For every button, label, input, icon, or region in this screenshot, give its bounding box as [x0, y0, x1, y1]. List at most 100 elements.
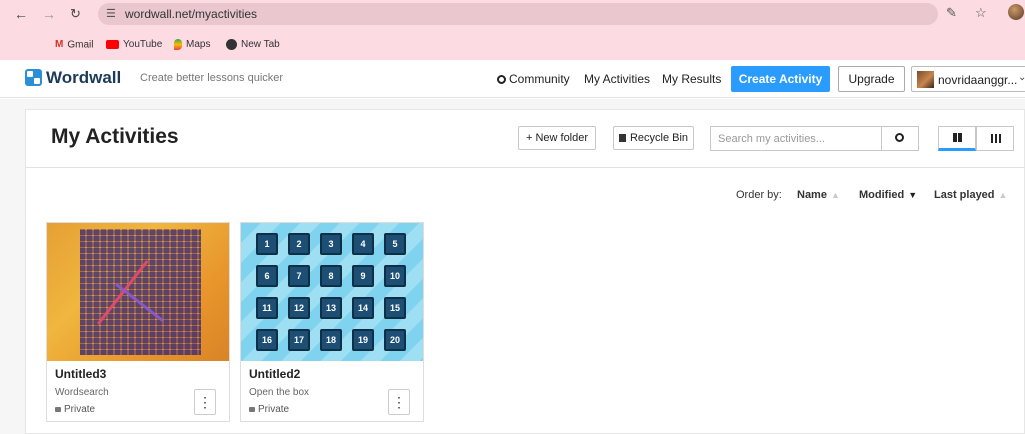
more-options-button[interactable]: ⋮ [194, 389, 216, 415]
order-last-played-label: Last played [934, 189, 995, 201]
bookmark-star-icon[interactable]: ☆ [975, 5, 987, 21]
sort-desc-icon: ▼ [908, 190, 918, 200]
bookmark-label: Maps [186, 39, 211, 51]
lock-icon [55, 407, 61, 412]
username: novridaanggr... [938, 73, 1018, 87]
activity-type: Open the box [249, 387, 310, 398]
box-tile: 15 [384, 297, 406, 319]
nav-community-label: Community [509, 72, 570, 86]
box-tile: 1 [256, 233, 278, 255]
tagline: Create better lessons quicker [140, 72, 284, 84]
box-tile: 3 [320, 233, 342, 255]
box-tiles: 1 2 3 4 5 6 7 8 9 10 11 12 13 14 15 16 17 18 19 20 [256, 233, 410, 353]
youtube-icon [106, 39, 119, 49]
forward-icon[interactable]: → [42, 6, 56, 22]
search-button[interactable] [882, 126, 919, 151]
search-input[interactable] [711, 127, 881, 150]
box-tile: 20 [384, 329, 406, 351]
box-tile: 19 [352, 329, 374, 351]
activity-card[interactable]: Untitled3 Wordsearch Private ⋮ [46, 222, 230, 422]
order-name[interactable]: Name ▲ [797, 188, 840, 202]
wordsearch-grid [80, 229, 201, 355]
browser-chrome: ← → ↻ ☰ wordwall.net/myactivities ✎ ☆ MG… [0, 0, 1025, 82]
browser-toolbar: ← → ↻ ☰ wordwall.net/myactivities ✎ ☆ [0, 0, 1025, 31]
page-title: My Activities [51, 125, 179, 148]
nav-community[interactable]: Community [497, 72, 570, 86]
activity-title[interactable]: Untitled3 [55, 367, 106, 381]
bookmark-label: Gmail [67, 39, 94, 51]
box-tile: 6 [256, 265, 278, 287]
bookmark-maps[interactable]: Maps [174, 39, 210, 51]
address-bar[interactable]: ☰ wordwall.net/myactivities [98, 3, 938, 25]
box-tile: 5 [384, 233, 406, 255]
privacy-status: Private [249, 404, 289, 416]
wordsearch-thumbnail[interactable] [47, 223, 229, 361]
kebab-icon: ⋮ [198, 394, 212, 410]
privacy-label: Private [64, 404, 96, 415]
activity-type: Wordsearch [55, 387, 109, 398]
activity-card[interactable]: 1 2 3 4 5 6 7 8 9 10 11 12 13 14 15 16 17 18 19 20 Untitled… [240, 222, 424, 422]
box-tile: 4 [352, 233, 374, 255]
wordwall-page: Wordwall Create better lessons quicker C… [0, 60, 1025, 434]
search-icon [497, 75, 506, 84]
kebab-icon: ⋮ [392, 394, 406, 410]
box-tile: 18 [320, 329, 342, 351]
privacy-status: Private [55, 404, 95, 416]
panel-header: My Activities + New folder Recycle Bin [26, 110, 1025, 168]
logo-mark-icon [25, 69, 42, 86]
order-last-played[interactable]: Last played ▲ [934, 188, 1007, 202]
bookmark-label: New Tab [241, 39, 280, 51]
order-name-label: Name [797, 189, 827, 201]
box-tile: 12 [288, 297, 310, 319]
new-folder-button[interactable]: + New folder [518, 126, 596, 150]
recycle-bin-button[interactable]: Recycle Bin [613, 126, 694, 150]
order-modified[interactable]: Modified ▼ [859, 188, 917, 202]
bookmark-youtube[interactable]: YouTube [106, 39, 162, 51]
small-grid-icon [991, 134, 1001, 143]
large-grid-icon [953, 133, 962, 142]
back-icon[interactable]: ← [14, 6, 28, 22]
user-avatar [917, 71, 934, 88]
box-tile: 2 [288, 233, 310, 255]
profile-avatar[interactable] [1008, 4, 1024, 20]
logo-text: Wordwall [46, 68, 122, 87]
search-icon [895, 133, 904, 142]
lock-icon [249, 407, 255, 412]
trash-icon [618, 134, 626, 142]
bookmarks-bar: M Gmail YouTube Maps New Tab [0, 31, 1025, 82]
privacy-label: Private [258, 404, 290, 415]
box-tile: 10 [384, 265, 406, 287]
order-modified-label: Modified [859, 189, 905, 201]
user-menu-button[interactable]: novridaanggr... ⌄ [911, 66, 1025, 92]
bookmark-gmail[interactable]: M Gmail [55, 39, 93, 52]
box-tile: 16 [256, 329, 278, 351]
translate-icon[interactable]: ✎ [946, 5, 957, 21]
box-tile: 14 [352, 297, 374, 319]
more-options-button[interactable]: ⋮ [388, 389, 410, 415]
reload-icon[interactable]: ↻ [70, 6, 81, 22]
recycle-bin-label: Recycle Bin [629, 132, 689, 144]
chevron-down-icon: ⌄ [1018, 72, 1025, 83]
main-content: My Activities + New folder Recycle Bin O… [0, 99, 1025, 434]
box-tile: 9 [352, 265, 374, 287]
upgrade-button[interactable]: Upgrade [838, 66, 905, 92]
gmail-icon: M [55, 39, 64, 50]
box-tile: 11 [256, 297, 278, 319]
sort-icon: ▲ [998, 190, 1008, 200]
activities-panel: My Activities + New folder Recycle Bin O… [25, 109, 1025, 434]
small-grid-view-button[interactable] [976, 126, 1014, 151]
create-activity-button[interactable]: Create Activity [731, 66, 830, 92]
open-the-box-thumbnail[interactable]: 1 2 3 4 5 6 7 8 9 10 11 12 13 14 15 16 17 18 19 20 [241, 223, 423, 361]
box-tile: 17 [288, 329, 310, 351]
maps-icon [174, 39, 182, 50]
order-by-label: Order by: [736, 189, 782, 201]
bookmark-label: YouTube [123, 39, 163, 50]
large-grid-view-button[interactable] [938, 126, 976, 151]
activity-title[interactable]: Untitled2 [249, 367, 300, 381]
bookmark-new-tab[interactable]: New Tab [226, 39, 280, 51]
site-info-icon[interactable]: ☰ [106, 7, 120, 21]
nav-my-activities[interactable]: My Activities [584, 72, 650, 86]
box-tile: 13 [320, 297, 342, 319]
nav-my-results[interactable]: My Results [662, 72, 721, 86]
search-box [710, 126, 882, 151]
